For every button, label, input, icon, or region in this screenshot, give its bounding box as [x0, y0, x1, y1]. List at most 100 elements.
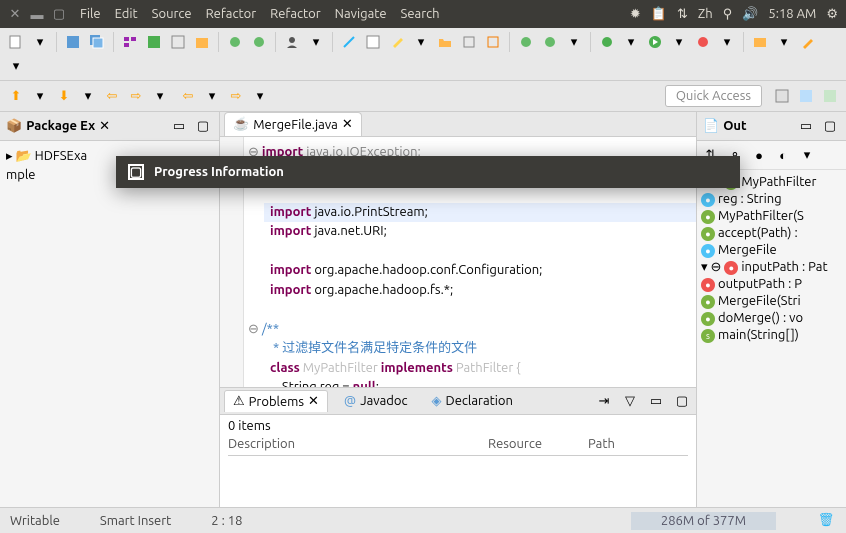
hide-static-icon[interactable]: ◐ [773, 145, 793, 165]
menu-refactor-2[interactable]: Refactor [270, 7, 321, 21]
nav-next-icon[interactable]: ⇨ [226, 86, 246, 106]
close-tab-icon[interactable]: ✕ [308, 394, 319, 409]
hide-local-icon[interactable]: ▾ [797, 145, 817, 165]
maximize-view-icon[interactable]: ▢ [193, 116, 213, 136]
minimize-outline-icon[interactable]: ▭ [796, 116, 816, 136]
col-description[interactable]: Description [228, 437, 488, 451]
view-menu-icon[interactable]: ▽ [620, 391, 640, 411]
outline-item[interactable]: ●reg : String [701, 191, 842, 208]
save-icon[interactable] [63, 32, 83, 52]
checklist-icon[interactable] [363, 32, 383, 52]
outline-item[interactable]: smain(String[]) [701, 327, 842, 344]
col-resource[interactable]: Resource [488, 437, 588, 451]
grid-icon[interactable] [144, 32, 164, 52]
dropdown-nav-3[interactable]: ▾ [150, 86, 170, 106]
gc-icon[interactable]: 🗑 [816, 511, 836, 531]
dropdown-icon-2[interactable]: ▾ [306, 32, 326, 52]
refactor-icon-2[interactable] [249, 32, 269, 52]
save-all-icon[interactable] [87, 32, 107, 52]
menu-search[interactable]: Search [401, 7, 440, 21]
run-icon[interactable] [645, 32, 665, 52]
nav-fwd-icon[interactable]: ⇨ [126, 86, 146, 106]
minimize-bottom-icon[interactable]: ▭ [646, 391, 666, 411]
box-icon[interactable] [459, 32, 479, 52]
folder-open-icon[interactable] [435, 32, 455, 52]
settings-gear-icon[interactable]: ⚙ [826, 7, 838, 22]
quick-access[interactable]: Quick Access [665, 85, 762, 107]
user-icon[interactable] [282, 32, 302, 52]
maximize-outline-icon[interactable]: ▢ [820, 116, 840, 136]
outline-item[interactable]: ●accept(Path) : [701, 225, 842, 242]
new-icon[interactable] [6, 32, 26, 52]
perspective-java-icon[interactable] [796, 86, 816, 106]
tab-javadoc[interactable]: @ Javadoc [336, 391, 416, 411]
bug-icon[interactable] [516, 32, 536, 52]
bluetooth-icon[interactable]: ⚲ [723, 7, 733, 22]
box-icon-2[interactable] [483, 32, 503, 52]
dropdown-nav-4[interactable]: ▾ [202, 86, 222, 106]
dropdown-icon-3[interactable]: ▾ [411, 32, 431, 52]
maximize-bottom-icon[interactable]: ▢ [672, 391, 692, 411]
volume-icon[interactable]: 🔊 [742, 7, 758, 22]
menu-refactor[interactable]: Refactor [206, 7, 257, 21]
network-icon[interactable]: ⇅ [677, 7, 688, 22]
outline-item[interactable]: ●MergeFile(Stri [701, 293, 842, 310]
folder-nav-icon[interactable] [750, 32, 770, 52]
dropdown-icon-8[interactable]: ▾ [774, 32, 794, 52]
gear-green-icon[interactable] [540, 32, 560, 52]
wand-icon[interactable] [339, 32, 359, 52]
minimize-view-icon[interactable]: ▭ [169, 116, 189, 136]
pen-icon[interactable] [798, 32, 818, 52]
highlight-icon[interactable] [387, 32, 407, 52]
calendar-icon[interactable]: 📋 [651, 7, 667, 22]
menu-edit[interactable]: Edit [115, 7, 138, 21]
outline-item[interactable]: ▾ ⊖ ●inputPath : Pat [701, 259, 842, 276]
code-comment: /** [262, 322, 279, 336]
dropdown-icon[interactable]: ▾ [30, 32, 50, 52]
heap-status[interactable]: 286M of 377M [631, 512, 776, 530]
col-path[interactable]: Path [588, 437, 688, 451]
tray-icon-1[interactable]: ✹ [630, 7, 641, 22]
tab-problems[interactable]: ⚠ Problems ✕ [224, 390, 328, 412]
dropdown-nav-2[interactable]: ▾ [78, 86, 98, 106]
close-view-icon[interactable]: ✕ [99, 119, 110, 134]
editor-tab[interactable]: ☕ MergeFile.java ✕ [224, 112, 362, 136]
debug-icon[interactable] [597, 32, 617, 52]
dropdown-icon-4[interactable]: ▾ [564, 32, 584, 52]
close-icon[interactable]: ✕ [8, 7, 22, 21]
clock[interactable]: 5:18 AM [768, 7, 816, 21]
maximize-icon[interactable]: ▢ [52, 7, 66, 21]
nav-prev-icon[interactable]: ⇦ [178, 86, 198, 106]
dropdown-icon-9[interactable]: ▾ [6, 56, 26, 76]
menu-file[interactable]: File [80, 7, 101, 21]
filter-icon[interactable]: ⇥ [594, 391, 614, 411]
lang-indicator[interactable]: Zh [698, 7, 713, 21]
close-tab-icon[interactable]: ✕ [342, 117, 353, 132]
menu-navigate[interactable]: Navigate [335, 7, 387, 21]
nav-back-icon[interactable]: ⇦ [102, 86, 122, 106]
perspective-debug-icon[interactable] [820, 86, 840, 106]
dropdown-nav-5[interactable]: ▾ [250, 86, 270, 106]
dropdown-icon-7[interactable]: ▾ [717, 32, 737, 52]
run-ext-icon[interactable] [693, 32, 713, 52]
outline-item[interactable]: ●MergeFile [701, 242, 842, 259]
dropdown-nav-1[interactable]: ▾ [30, 86, 50, 106]
dropdown-icon-5[interactable]: ▾ [621, 32, 641, 52]
tab-declaration[interactable]: ◈ Declaration [424, 391, 521, 412]
dropdown-icon-6[interactable]: ▾ [669, 32, 689, 52]
outline-item[interactable]: ●outputPath : P [701, 276, 842, 293]
minimize-icon[interactable]: ▬ [30, 7, 44, 21]
perspective-open-icon[interactable] [772, 86, 792, 106]
struct-icon[interactable] [120, 32, 140, 52]
package-icon[interactable] [192, 32, 212, 52]
nav-down-icon[interactable]: ⬇ [54, 86, 74, 106]
outline-item[interactable]: ●doMerge() : vo [701, 310, 842, 327]
hide-fields-icon[interactable]: ● [749, 145, 769, 165]
declaration-icon: ◈ [432, 394, 442, 409]
nav-up-icon[interactable]: ⬆ [6, 86, 26, 106]
p4-icon[interactable] [168, 32, 188, 52]
menu-source[interactable]: Source [152, 7, 192, 21]
tab-label: Problems [249, 395, 304, 409]
outline-item[interactable]: ●MyPathFilter(S [701, 208, 842, 225]
refactor-icon-1[interactable] [225, 32, 245, 52]
